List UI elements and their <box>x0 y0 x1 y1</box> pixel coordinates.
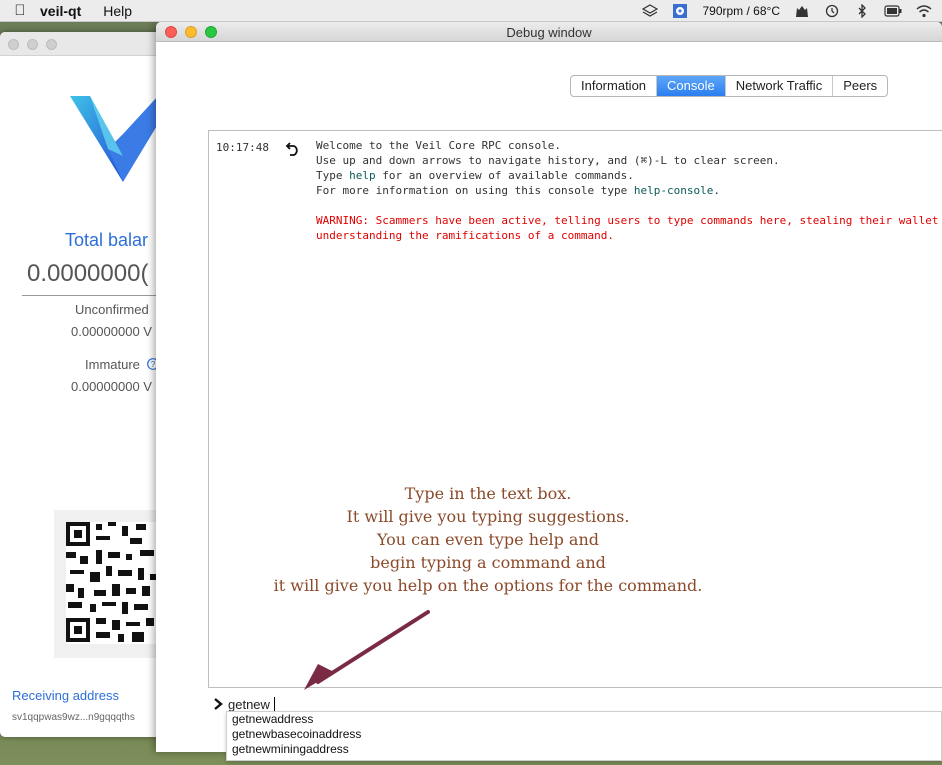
zoom-button[interactable] <box>46 39 57 50</box>
tab-network-traffic[interactable]: Network Traffic <box>726 76 834 96</box>
layers-icon[interactable] <box>642 3 659 18</box>
tab-peers[interactable]: Peers <box>833 76 887 96</box>
warning-line-1: WARNING: Scammers have been active, tell… <box>316 214 939 227</box>
wallet-window: Total balar 0.0000000( Unconfirmed 0.000… <box>0 32 170 737</box>
unconfirmed-value: 0.00000000 V <box>71 324 152 339</box>
battery-icon[interactable] <box>884 4 902 18</box>
immature-value: 0.00000000 V <box>71 379 152 394</box>
status-area: 790rpm / 68°C <box>642 3 942 18</box>
text-caret <box>274 697 275 711</box>
annotation-line: It will give you typing suggestions. <box>346 507 630 526</box>
annotation-arrow-icon <box>304 610 430 690</box>
annotation-text: Type in the text box. It will give you t… <box>208 482 768 597</box>
help-menu[interactable]: Help <box>103 3 132 19</box>
qr-code-icon <box>66 522 156 642</box>
annotation-line: Type in the text box. <box>404 484 572 503</box>
more-info-prefix: For more information on using this conso… <box>316 184 634 197</box>
autocomplete-list: getnewaddress getnewbasecoinaddress getn… <box>226 711 942 761</box>
help-keyword: help <box>349 169 376 182</box>
receiving-address-value[interactable]: sv1qqpwas9wz...n9gqqqths <box>12 712 135 723</box>
debug-window: Debug window Information Console Network… <box>156 22 942 752</box>
debug-titlebar: Debug window <box>156 22 942 42</box>
warning-line-2: understanding the ramifications of a com… <box>316 229 615 242</box>
close-button[interactable] <box>8 39 19 50</box>
fan-temp-readout[interactable]: 790rpm / 68°C <box>702 4 780 18</box>
tab-console[interactable]: Console <box>657 76 726 96</box>
suggestion-item[interactable]: getnewaddress <box>227 712 941 727</box>
bluetooth-icon[interactable] <box>854 3 870 18</box>
console-message: Welcome to the Veil Core RPC console. Us… <box>316 138 939 243</box>
suggestion-item[interactable]: getnewbasecoinaddress <box>227 727 941 742</box>
wallet-titlebar <box>0 32 170 56</box>
unconfirmed-label: Unconfirmed <box>75 302 149 317</box>
annotation-line: begin typing a command and <box>370 553 606 572</box>
annotation-line: You can even type help and <box>376 530 600 549</box>
fan-icon[interactable] <box>672 3 688 18</box>
menu-bar:  veil-qt Help 790rpm / 68°C <box>0 0 942 22</box>
veil-logo-icon <box>70 96 158 182</box>
welcome-line: Welcome to the Veil Core RPC console. <box>316 139 562 152</box>
help-line-prefix: Type <box>316 169 350 182</box>
history-line: Use up and down arrows to navigate histo… <box>316 154 780 167</box>
message-timestamp: 10:17:48 <box>216 141 269 154</box>
total-balance-label: Total balar <box>65 230 149 250</box>
total-balance-value: 0.0000000( <box>27 260 149 287</box>
suggestion-item[interactable]: getnewminingaddress <box>227 742 941 757</box>
minimize-button[interactable] <box>27 39 38 50</box>
tab-information[interactable]: Information <box>571 76 658 96</box>
apple-icon[interactable]:  <box>0 2 40 19</box>
immature-label: Immature <box>85 357 140 372</box>
app-menu[interactable]: veil-qt <box>40 3 81 19</box>
annotation-line: it will give you help on the options for… <box>273 576 703 595</box>
more-info-suffix: . <box>713 184 720 197</box>
window-title: Debug window <box>506 25 592 40</box>
tab-bar: Information Console Network Traffic Peer… <box>570 75 889 97</box>
help-console-keyword: help-console <box>633 184 714 197</box>
qr-code <box>66 522 158 644</box>
divider <box>22 295 170 296</box>
qr-code-frame <box>54 510 164 658</box>
cat-icon[interactable] <box>794 4 810 18</box>
wifi-icon[interactable] <box>916 4 932 18</box>
reply-arrow-icon <box>285 142 298 156</box>
time-machine-icon[interactable] <box>824 4 840 18</box>
help-line-suffix: for an overview of available commands. <box>375 169 634 182</box>
prompt-chevron-icon <box>214 698 223 710</box>
receiving-address-label: Receiving address <box>12 688 119 703</box>
